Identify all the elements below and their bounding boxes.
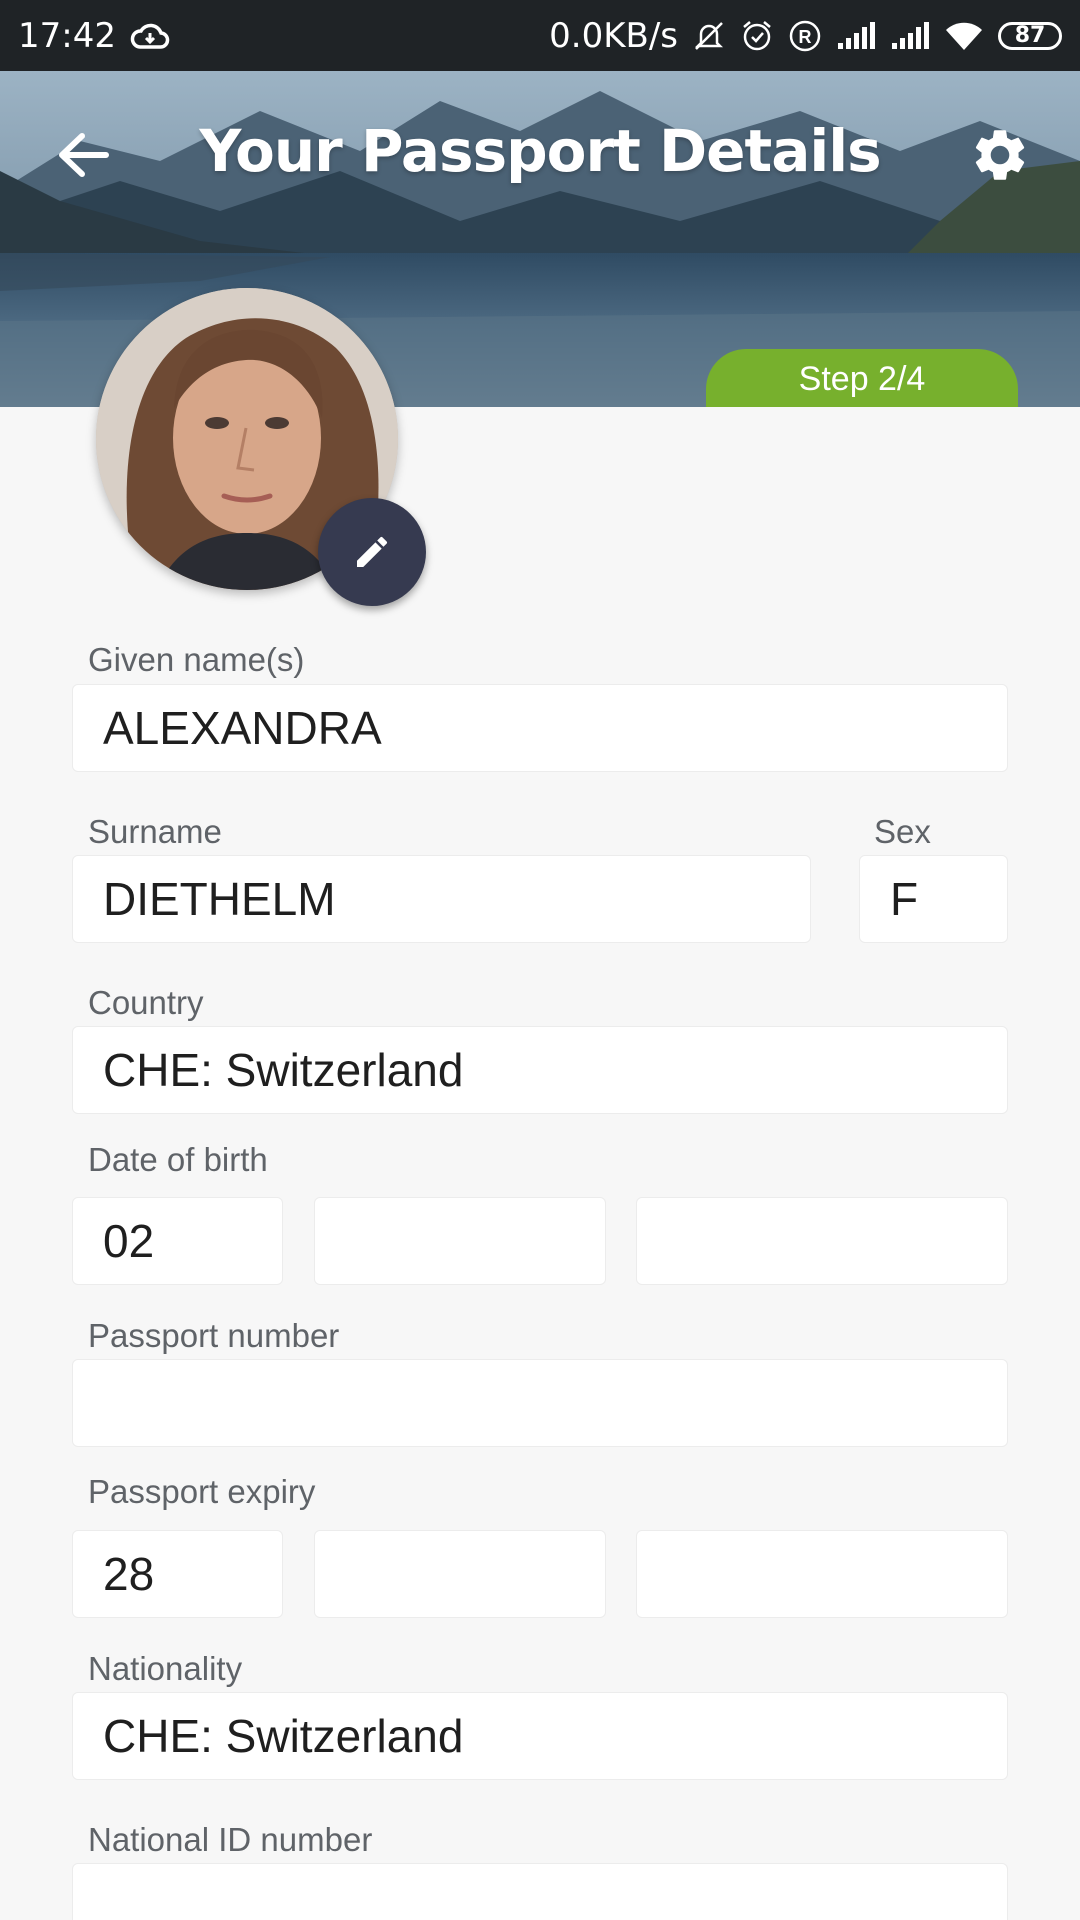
nationality-field[interactable]: CHE: Switzerland [72, 1692, 1008, 1780]
country-field[interactable]: CHE: Switzerland [72, 1026, 1008, 1114]
surname-value: DIETHELM [103, 873, 336, 925]
edit-photo-button[interactable] [318, 498, 426, 606]
network-speed: 0.0KB/s [549, 15, 678, 56]
nationality-value: CHE: Switzerland [103, 1710, 464, 1762]
status-bar: 17:42 0.0KB/s R 87 [0, 0, 1080, 71]
passport-expiry-day-field[interactable]: 28 [72, 1530, 283, 1618]
date-of-birth-month-field[interactable] [314, 1197, 606, 1285]
passport-expiry-year-field[interactable] [636, 1530, 1008, 1618]
battery-level: 87 [1014, 23, 1046, 48]
passport-expiry-month-field[interactable] [314, 1530, 606, 1618]
sex-field[interactable]: F [859, 855, 1008, 943]
signal-icon [836, 21, 876, 51]
passport-number-field[interactable] [72, 1359, 1008, 1447]
date-of-birth-day-field[interactable]: 02 [72, 1197, 283, 1285]
signal-icon [890, 21, 930, 51]
settings-button[interactable] [964, 119, 1036, 191]
pencil-icon [357, 536, 388, 567]
step-badge: Step 2/4 [706, 349, 1018, 407]
national-id-label: National ID number [88, 1821, 373, 1858]
page-title: Your Passport Details [199, 117, 881, 185]
date-of-birth-day-value: 02 [103, 1215, 155, 1267]
wifi-icon [944, 20, 984, 52]
mute-icon [692, 19, 726, 53]
date-of-birth-label: Date of birth [88, 1141, 268, 1178]
gear-icon [975, 130, 1025, 180]
given-names-label: Given name(s) [88, 641, 305, 678]
svg-text:R: R [799, 27, 812, 47]
passport-number-label: Passport number [88, 1317, 340, 1354]
passport-expiry-label: Passport expiry [88, 1473, 316, 1510]
sex-label: Sex [874, 813, 931, 850]
surname-field[interactable]: DIETHELM [72, 855, 811, 943]
sex-value: F [890, 873, 919, 925]
nationality-label: Nationality [88, 1650, 243, 1687]
registered-icon: R [788, 19, 822, 53]
date-of-birth-year-field[interactable] [636, 1197, 1008, 1285]
country-label: Country [88, 984, 204, 1021]
given-names-value: ALEXANDRA [103, 702, 382, 754]
national-id-field[interactable] [72, 1863, 1008, 1920]
battery-icon: 87 [998, 21, 1062, 50]
passport-expiry-day-value: 28 [103, 1548, 155, 1600]
given-names-field[interactable]: ALEXANDRA [72, 684, 1008, 772]
status-time: 17:42 [18, 15, 116, 56]
alarm-icon [740, 19, 774, 53]
surname-label: Surname [88, 813, 222, 850]
cloud-icon [130, 21, 170, 51]
country-value: CHE: Switzerland [103, 1044, 464, 1096]
